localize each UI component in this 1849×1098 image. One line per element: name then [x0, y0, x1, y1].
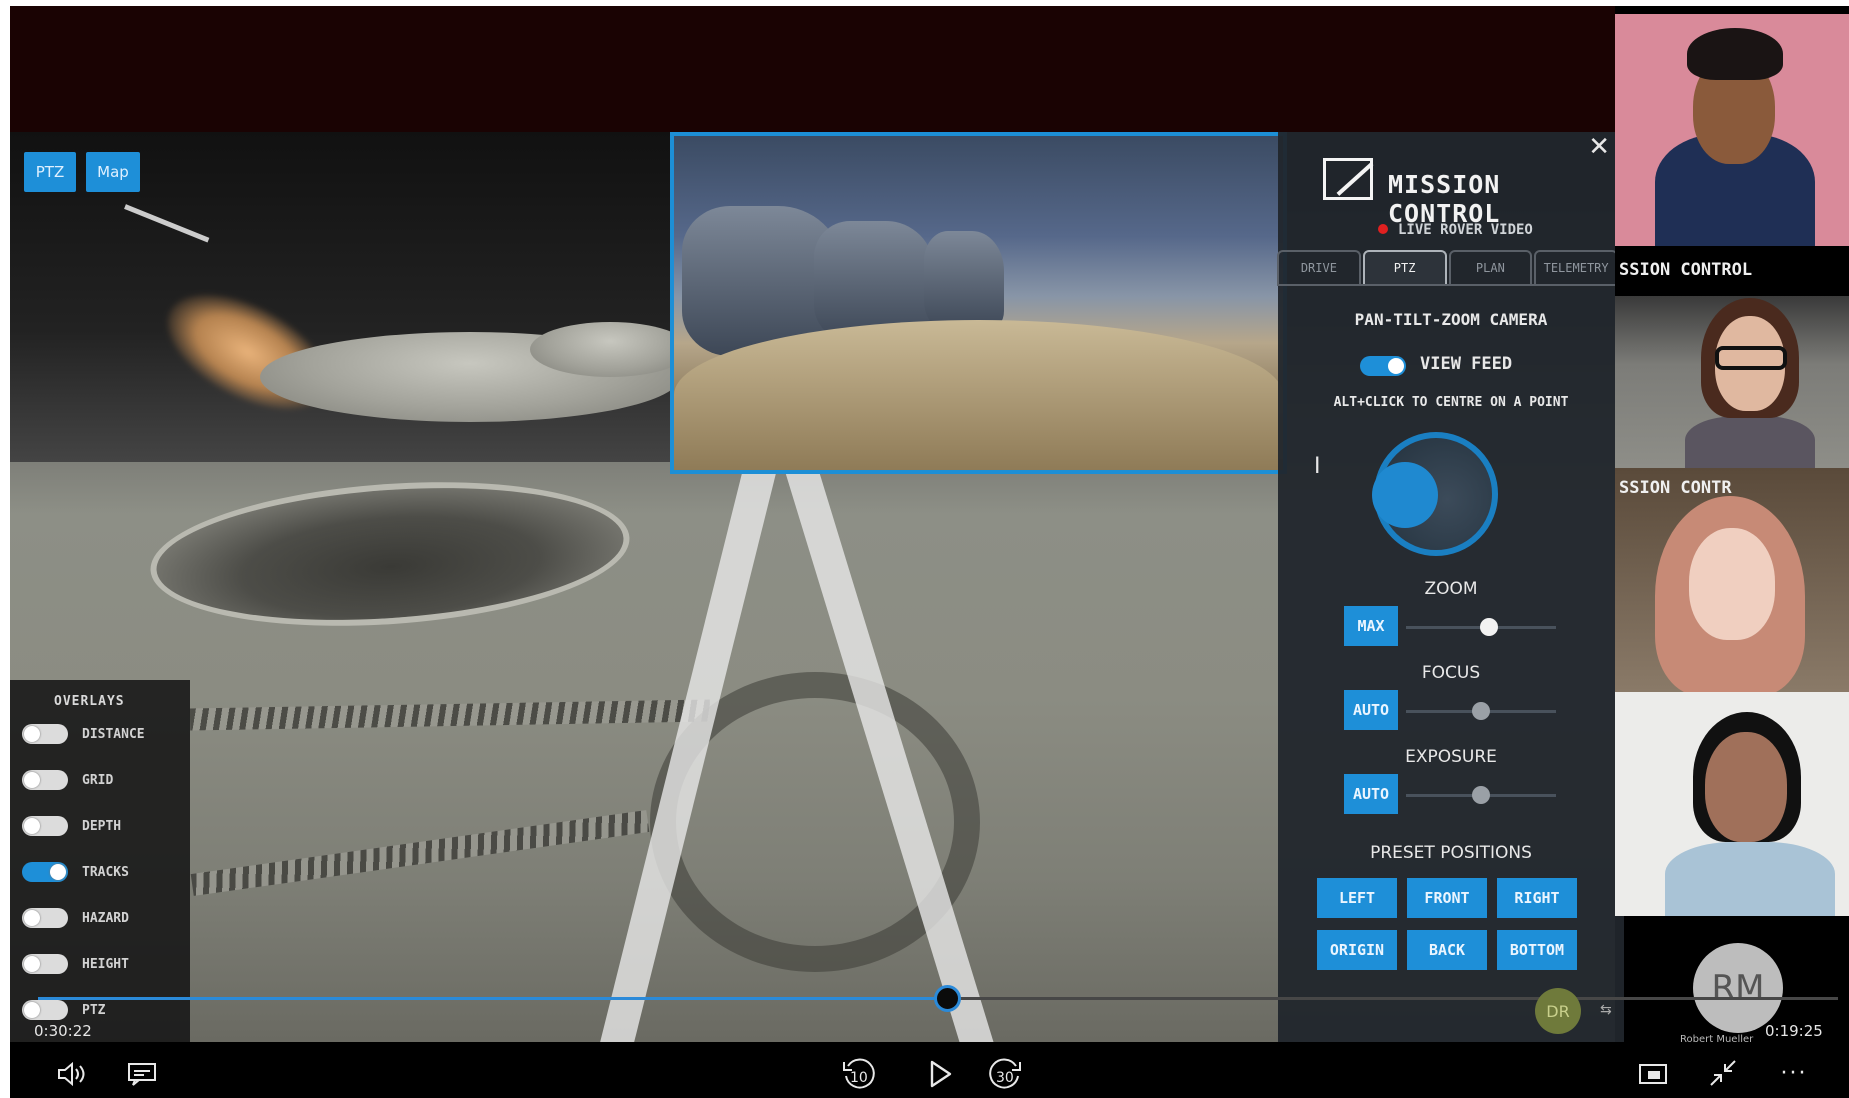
participant-tile-4[interactable] [1615, 692, 1849, 916]
view-feed-label: VIEW FEED [1420, 354, 1513, 374]
preset-left-button[interactable]: LEFT [1317, 878, 1397, 918]
preset-bottom-button[interactable]: BOTTOM [1497, 930, 1577, 970]
tab-telemetry[interactable]: TELEMETRY [1534, 250, 1618, 284]
overlays-panel: OVERLAYS DISTANCE GRID DEPTH TRACKS HAZARD HE… [10, 680, 190, 1042]
captions-icon[interactable] [124, 1056, 160, 1092]
more-options-icon[interactable]: ··· [1774, 1058, 1814, 1088]
seek-bar-fill [38, 997, 947, 1000]
pan-tilt-joystick[interactable] [1372, 432, 1498, 556]
remaining-time: 0:19:25 [1765, 1022, 1823, 1040]
overlay-toggle-row[interactable]: HAZARD [22, 908, 129, 928]
focus-auto-button[interactable]: AUTO [1344, 690, 1398, 730]
shared-video[interactable]: PTZ Map OVERLAYS DISTANCE GRID DEPTH TRACKS… [10, 6, 1624, 1042]
overlay-toggle-switch[interactable] [22, 954, 68, 974]
overlay-toggle-row[interactable]: HEIGHT [22, 954, 129, 974]
overlay-toggle-label: HEIGHT [82, 956, 129, 972]
exposure-slider[interactable] [1406, 786, 1556, 804]
overlay-toggle-label: GRID [82, 772, 114, 788]
tile-label: SSION CONTROL [1619, 260, 1753, 280]
participant-tile-3[interactable]: SSION CONTR [1615, 468, 1849, 692]
focus-slider[interactable] [1406, 702, 1556, 720]
overlays-title: OVERLAYS [54, 694, 125, 709]
panel-tabs: DRIVE PTZ PLAN TELEMETRY [1277, 250, 1620, 286]
elapsed-time: 0:30:22 [34, 1022, 92, 1040]
video-letterbox [10, 6, 1615, 132]
overlay-toggle-row[interactable]: TRACKS [22, 862, 129, 882]
zoom-max-button[interactable]: MAX [1344, 606, 1398, 646]
zoom-slider[interactable] [1406, 618, 1556, 636]
view-feed-toggle[interactable] [1360, 356, 1406, 376]
panel-title: MISSION CONTROL [1388, 170, 1501, 228]
centre-hint: ALT+CLICK TO CENTRE ON A POINT [1333, 395, 1569, 410]
share-icon[interactable]: ⇆ [1600, 1002, 1612, 1018]
live-rover-video-status: LIVE ROVER VIDEO [1378, 222, 1533, 238]
exposure-slider-thumb[interactable] [1472, 786, 1490, 804]
overlay-toggle-switch[interactable] [22, 724, 68, 744]
participant-tile-2[interactable] [1615, 296, 1849, 468]
participant-strip-1: SSION CONTROL [1615, 246, 1849, 296]
miniplayer-icon[interactable] [1636, 1060, 1670, 1088]
overlay-toggle-row[interactable]: DEPTH [22, 816, 121, 836]
forward-seconds: 30 [996, 1070, 1014, 1086]
exit-fullscreen-icon[interactable] [1706, 1056, 1740, 1090]
overlay-toggle-switch[interactable] [22, 816, 68, 836]
volume-icon[interactable] [54, 1056, 90, 1092]
joystick-knob[interactable] [1372, 462, 1438, 528]
meeting-window: PTZ Map OVERLAYS DISTANCE GRID DEPTH TRACKS… [10, 6, 1849, 1098]
presenter-name: Robert Mueller [1680, 1034, 1754, 1045]
exposure-label: EXPOSURE [1405, 747, 1497, 767]
rewind-seconds: 10 [850, 1070, 868, 1086]
ptz-camera-feed[interactable] [670, 132, 1287, 474]
rewind-icon[interactable]: 10 [836, 1052, 880, 1096]
tab-drive[interactable]: DRIVE [1277, 250, 1361, 284]
focus-slider-thumb[interactable] [1472, 702, 1490, 720]
camera-heading: PAN-TILT-ZOOM CAMERA [1354, 310, 1548, 329]
focus-label: FOCUS [1421, 663, 1481, 683]
forward-icon[interactable]: 30 [984, 1052, 1028, 1096]
glasses-icon [1715, 346, 1787, 370]
mission-control-logo [1323, 158, 1373, 200]
zoom-slider-thumb[interactable] [1479, 618, 1498, 636]
overlay-toggle-label: TRACKS [82, 864, 129, 880]
overlay-toggle-label: HAZARD [82, 910, 129, 926]
overlay-toggle-row[interactable]: PTZ [22, 1000, 105, 1020]
mission-control-panel: ✕ MISSION CONTROL LIVE ROVER VIDEO DRIVE… [1277, 132, 1624, 1042]
tile-label: SSION CONTR [1619, 478, 1732, 498]
preset-right-button[interactable]: RIGHT [1497, 878, 1577, 918]
preset-back-button[interactable]: BACK [1407, 930, 1487, 970]
overlay-toggle-switch[interactable] [22, 770, 68, 790]
tab-plan[interactable]: PLAN [1448, 250, 1533, 284]
exposure-auto-button[interactable]: AUTO [1344, 774, 1398, 814]
overlay-toggle-switch[interactable] [22, 1000, 68, 1020]
map-overlay-button[interactable]: Map [86, 152, 140, 192]
overlay-toggle-switch[interactable] [22, 908, 68, 928]
ptz-overlay-button[interactable]: PTZ [24, 152, 76, 192]
overlay-toggle-row[interactable]: DISTANCE [22, 724, 145, 744]
overlay-toggle-label: DEPTH [82, 818, 122, 834]
preset-origin-button[interactable]: ORIGIN [1317, 930, 1397, 970]
crater [145, 467, 635, 641]
overlay-toggle-row[interactable]: GRID [22, 770, 113, 790]
preset-front-button[interactable]: FRONT [1407, 878, 1487, 918]
close-icon[interactable]: ✕ [1588, 132, 1610, 162]
overlay-toggle-label: DISTANCE [82, 726, 145, 742]
participant-tile-1[interactable] [1615, 14, 1849, 246]
presenter-avatar[interactable]: RM [1693, 943, 1783, 1033]
overlay-toggle-switch[interactable] [22, 862, 68, 882]
overlay-toggle-label: PTZ [82, 1002, 106, 1018]
text-cursor-icon: I [1314, 454, 1321, 479]
preset-positions-heading: PRESET POSITIONS [1370, 843, 1532, 863]
play-icon[interactable] [920, 1054, 960, 1094]
tab-ptz[interactable]: PTZ [1362, 250, 1447, 284]
seek-bar-handle[interactable] [934, 985, 961, 1012]
zoom-label: ZOOM [1424, 579, 1478, 599]
participant-badge: DR [1535, 988, 1581, 1034]
